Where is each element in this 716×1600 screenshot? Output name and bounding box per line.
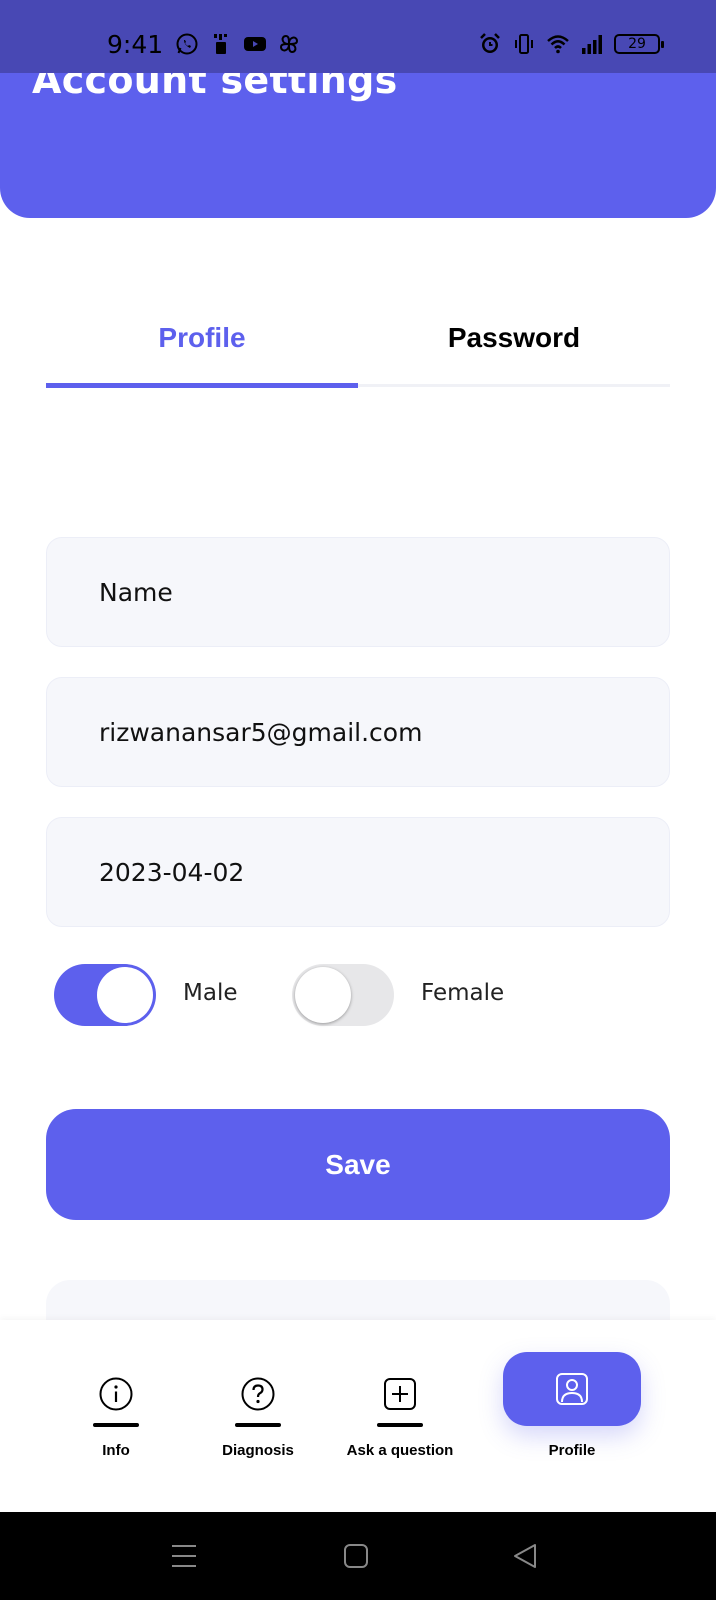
nav-underline: [93, 1423, 139, 1427]
signal-icon: [582, 35, 602, 54]
nav-item-diagnosis[interactable]: Diagnosis: [208, 1320, 308, 1512]
save-button[interactable]: Save: [46, 1109, 670, 1220]
nav-underline: [377, 1423, 423, 1427]
battery-indicator: 29: [614, 34, 664, 54]
nav-underline: [235, 1423, 281, 1427]
female-toggle[interactable]: [292, 964, 394, 1026]
nav-label-ask-question: Ask a question: [346, 1442, 454, 1459]
plus-square-icon: [384, 1378, 416, 1410]
nav-item-info[interactable]: Info: [66, 1320, 166, 1512]
data-saver-icon: [214, 34, 227, 54]
whatsapp-icon: [176, 33, 198, 55]
nav-label-profile: Profile: [548, 1442, 596, 1459]
tab-bar: Profile Password: [46, 310, 670, 390]
email-input[interactable]: [47, 678, 669, 786]
bottom-navigation: Info Diagnosis Ask a question Profile: [0, 1320, 716, 1512]
nav-label-diagnosis: Diagnosis: [222, 1442, 294, 1459]
tab-password[interactable]: Password: [358, 310, 670, 390]
home-icon[interactable]: [340, 1540, 372, 1572]
wifi-icon: [547, 35, 569, 54]
status-icons-left: [175, 32, 301, 56]
vibrate-icon: [515, 34, 533, 54]
status-bar: 9:41 29: [0, 0, 716, 73]
email-field-container: [46, 677, 670, 787]
tab-active-indicator: [46, 383, 358, 388]
info-icon: [99, 1377, 133, 1411]
male-toggle[interactable]: [54, 964, 156, 1026]
youtube-icon: [244, 37, 266, 51]
nav-label-info: Info: [102, 1442, 130, 1459]
female-label: Female: [421, 980, 505, 1006]
alarm-icon: [480, 33, 500, 53]
profile-card-icon: [556, 1373, 588, 1405]
toggle-knob: [295, 967, 351, 1023]
name-field-container: [46, 537, 670, 647]
nav-item-ask-question[interactable]: Ask a question: [330, 1320, 470, 1512]
pinwheel-icon: [279, 34, 299, 54]
status-time: 9:41: [107, 30, 164, 59]
name-input[interactable]: [47, 538, 669, 646]
date-of-birth-input[interactable]: [47, 818, 669, 926]
toggle-knob: [97, 967, 153, 1023]
nav-item-profile[interactable]: Profile: [500, 1320, 644, 1512]
back-icon[interactable]: [510, 1540, 542, 1572]
status-icons-right: 29: [478, 32, 664, 56]
system-navigation-bar: [0, 1512, 716, 1600]
male-label: Male: [183, 980, 238, 1006]
question-circle-icon: [241, 1377, 275, 1411]
recent-apps-icon[interactable]: [168, 1540, 200, 1572]
dob-field-container: [46, 817, 670, 927]
tab-profile[interactable]: Profile: [46, 310, 358, 390]
